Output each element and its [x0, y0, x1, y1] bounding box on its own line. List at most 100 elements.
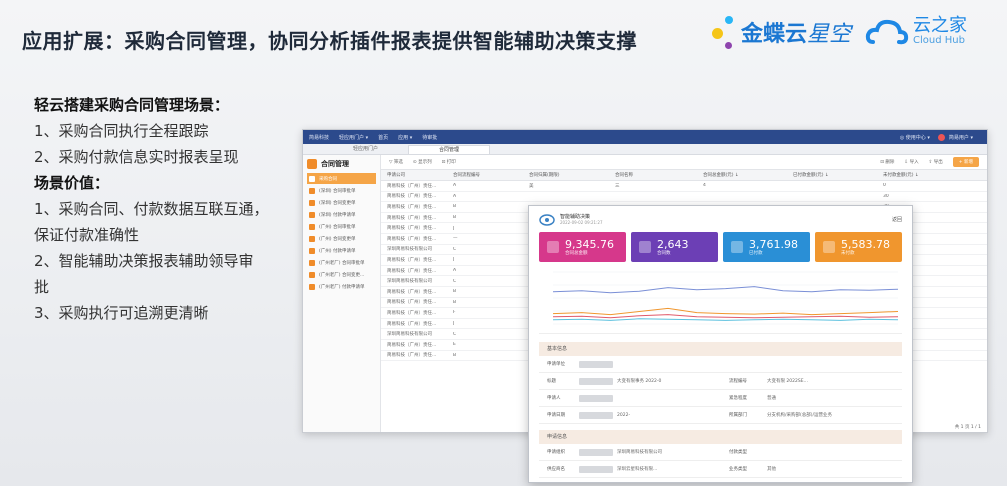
new-button[interactable]: + 新增	[952, 157, 979, 167]
bullet-line: 2、采购付款信息实时报表呈现	[34, 148, 239, 166]
bullet-line: 3、采购执行可追溯更清晰	[34, 304, 209, 322]
column-header[interactable]: 合同总金额(元) ↓	[703, 172, 793, 178]
field-value: 大变有限事务 2022-0	[579, 377, 729, 385]
form-icon	[309, 259, 315, 266]
form-row: 标题 大变有限事务 2022-0 流程编号 大变有限 2022SE...	[539, 373, 902, 390]
table-cell: C	[453, 246, 457, 252]
sidebar-title: 合同管理	[321, 160, 349, 168]
table-cell: J	[453, 321, 455, 327]
form-row: 申请人 紧急程度 普通	[539, 390, 902, 407]
column-header[interactable]: 申请公司	[381, 172, 453, 178]
chart-series-line	[552, 286, 899, 294]
kpi-value: 9,345.76	[565, 237, 614, 251]
field-value: 分支机构/采购部(总部)/运营业务	[767, 413, 833, 418]
toolbar-button[interactable]: ⊡ 删除	[880, 159, 894, 165]
sidebar-item[interactable]: (深圳) 合同审批单	[307, 185, 376, 196]
table-row[interactable]: 简易科技（广州）责任... A 30	[381, 192, 987, 203]
user-avatar[interactable]	[937, 133, 945, 141]
table-cell: 4	[703, 183, 706, 189]
table-cell: B	[453, 299, 457, 305]
sidebar-item-label: (深圳) 合同变更单	[319, 200, 356, 206]
kpi-icon	[823, 241, 835, 253]
bullet-line: 保证付款准确性	[34, 226, 140, 244]
table-cell: B	[453, 289, 457, 295]
pager[interactable]: 共 1 页 1 / 1	[955, 424, 981, 430]
table-cell: 简易科技（广州）责任...	[387, 300, 437, 306]
decision-report-panel: 智能辅助决策 2022-09-02 09:21:27 返回 9,345.76 合同…	[528, 205, 913, 483]
form-icon	[309, 175, 315, 182]
grid-header: 申请公司 合同流程编号 合同归属(期限) 合同名称 合同总金额(元) ↓ 已付款金额(元)…	[381, 169, 987, 181]
sidebar-item-label: 采购合同	[319, 176, 337, 182]
field-label: 业务类型	[729, 467, 747, 472]
kingdee-logo-icon	[709, 12, 739, 52]
table-row[interactable]: 简易科技（广州）责任... A 美 三 4 0	[381, 181, 987, 192]
table-cell: C	[453, 278, 457, 284]
column-header[interactable]: 合同流程编号	[453, 172, 529, 178]
toolbar-button[interactable]: ▽ 筛选	[389, 159, 403, 165]
table-cell: 美	[529, 183, 534, 189]
table-cell: B	[453, 204, 457, 210]
sidebar-item[interactable]: (深圳) 付款申请单	[307, 209, 376, 220]
sidebar-item-label: (广州老厂) 合同审批单	[319, 260, 365, 266]
column-header[interactable]: 未付款金额(元) ↓	[883, 172, 987, 178]
table-cell: C	[453, 331, 457, 337]
bullet-line: 2、智能辅助决策报表辅助领导审	[34, 252, 254, 270]
table-cell: 简易科技（广州）责任...	[387, 310, 437, 316]
field-value-text: 深圳简易科技有限公司	[617, 450, 662, 455]
field-value: 2022-	[579, 411, 729, 419]
topnav-item[interactable]: 待审批	[422, 134, 437, 141]
sidebar-item[interactable]: (广州老厂) 合同审批单	[307, 257, 376, 268]
table-cell: J	[453, 257, 455, 263]
table-cell: J	[453, 225, 455, 231]
table-cell: 简易科技（广州）责任...	[387, 215, 437, 221]
field-label: 流程编号	[729, 379, 747, 384]
sidebar-item[interactable]: (广州) 合同变更单	[307, 233, 376, 244]
sidebar-item[interactable]: (广州) 付款申请单	[307, 245, 376, 256]
sidebar-item[interactable]: (广州) 合同审批单	[307, 221, 376, 232]
section-heading: 轻云搭建采购合同管理场景：	[34, 96, 230, 114]
form-icon	[309, 223, 315, 230]
toolbar-button[interactable]: ⇧ 导出	[929, 159, 943, 165]
app-tab[interactable]: 合同管理	[408, 145, 491, 154]
toolbar-button[interactable]: ⊙ 显示列	[413, 159, 432, 165]
sidebar-item[interactable]: (广州老厂) 付款申请单	[307, 281, 376, 292]
back-button[interactable]: 返回	[892, 216, 902, 223]
form-row: 申请组织 深圳简易科技有限公司 付款类型	[539, 444, 902, 461]
bullet-line: 1、采购合同执行全程跟踪	[34, 122, 209, 140]
report-timestamp: 2022-09-02 09:21:27	[560, 220, 603, 225]
toolbar-button[interactable]: ⊡ 打印	[442, 159, 456, 165]
field-label: 紧急程度	[729, 396, 747, 401]
toolbar-button[interactable]: ⇩ 导入	[904, 159, 918, 165]
table-cell: B	[453, 215, 457, 221]
table-cell: E	[453, 342, 456, 348]
column-header[interactable]: 已付款金额(元) ↓	[793, 172, 883, 178]
help-center-link[interactable]: ◎ 使用中心 ▾	[900, 134, 930, 141]
field-value-text: 2022-	[617, 412, 631, 418]
field-label: 申请日期	[547, 413, 565, 418]
topnav-item[interactable]: 应用 ▾	[398, 134, 412, 141]
sidebar-item-label: (广州) 付款申请单	[319, 248, 356, 254]
kpi-card: 3,761.98 已付款	[723, 232, 810, 262]
table-cell: 深圳简易科技有限公司	[387, 247, 432, 253]
column-header[interactable]: 合同归属(期限)	[529, 172, 615, 178]
sidebar-item[interactable]: 采购合同	[307, 173, 376, 184]
user-menu[interactable]: 简易用户 ▾	[949, 134, 973, 141]
table-cell: A	[453, 183, 457, 189]
slide-title: 应用扩展：采购合同管理，协同分析插件报表提供智能辅助决策支撑	[22, 29, 637, 53]
form-row: 申请单位	[539, 356, 902, 373]
topnav-item[interactable]: 首页	[378, 134, 388, 141]
table-cell: 0	[883, 183, 886, 189]
topnav-item[interactable]: 轻应用门户 ▾	[339, 134, 368, 141]
table-cell: 简易科技（广州）责任...	[387, 321, 437, 327]
field-label: 申请组织	[547, 450, 565, 455]
field-value: 深圳云星科技有限...	[579, 465, 729, 473]
app-tab[interactable]: 轻应用门户	[323, 145, 408, 154]
cloud-hub-logo-text: 云之家 Cloud Hub	[913, 15, 967, 47]
sidebar-item-label: (广州) 合同变更单	[319, 236, 356, 242]
sidebar-item[interactable]: (深圳) 合同变更单	[307, 197, 376, 208]
column-header[interactable]: 合同名称	[615, 172, 703, 178]
sidebar-item[interactable]: (广州老厂) 合同变更...	[307, 269, 376, 280]
sidebar-item-label: (深圳) 合同审批单	[319, 188, 356, 194]
section-basic-info-title: 基本信息	[539, 342, 902, 356]
trend-chart	[539, 268, 902, 334]
